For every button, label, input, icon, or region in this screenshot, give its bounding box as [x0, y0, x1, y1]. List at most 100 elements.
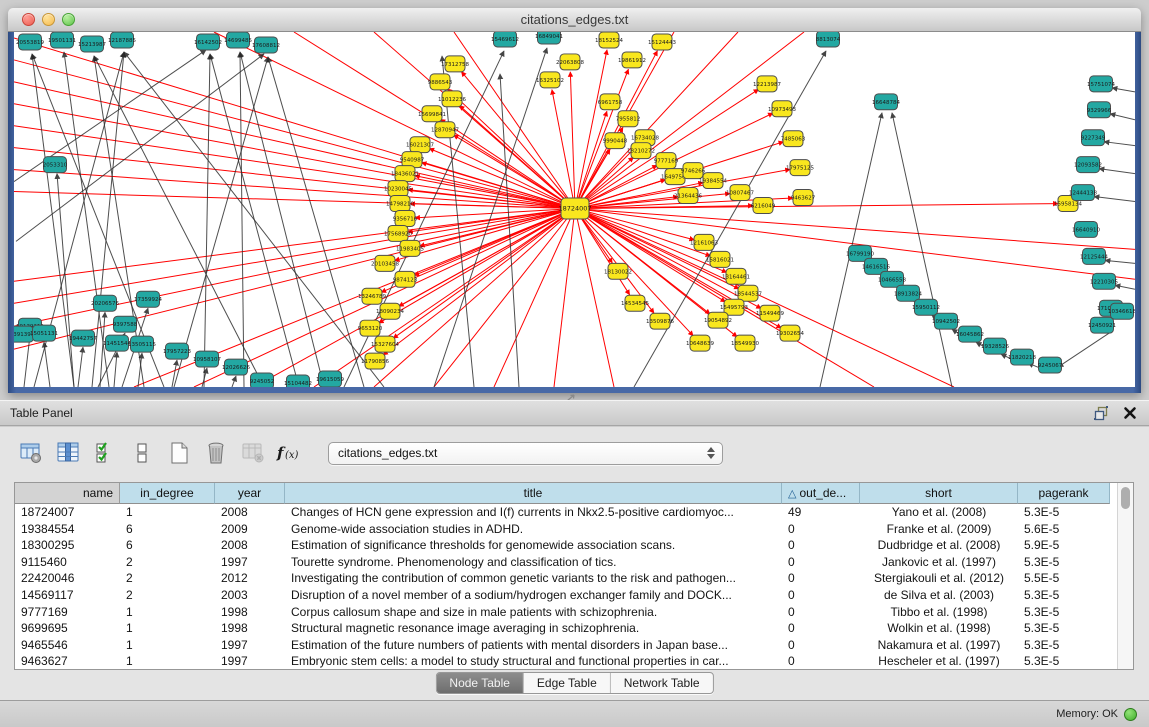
cell-title[interactable]: Disruption of a novel member of a sodium… [285, 587, 782, 604]
cell-pagerank[interactable]: 5.3E-5 [1018, 620, 1110, 637]
cell-name[interactable]: 18300295 [15, 537, 120, 554]
cell-short[interactable]: Dudbridge et al. (2008) [860, 537, 1018, 554]
cell-name[interactable]: 22420046 [15, 570, 120, 587]
cell-name[interactable]: 19384554 [15, 521, 120, 538]
cell-short[interactable]: Stergiakouli et al. (2012) [860, 570, 1018, 587]
cell-in_degree[interactable]: 1 [120, 620, 215, 637]
table-row[interactable]: 969969511998Structural magnetic resonanc… [15, 620, 1133, 637]
cell-pagerank[interactable]: 5.6E-5 [1018, 521, 1110, 538]
cell-year[interactable]: 2008 [215, 504, 285, 521]
cell-pagerank[interactable]: 5.5E-5 [1018, 570, 1110, 587]
memory-ok-led-icon[interactable] [1124, 708, 1137, 721]
column-header-year[interactable]: year [215, 483, 285, 504]
new-file-icon[interactable] [164, 437, 194, 469]
cell-in_degree[interactable]: 2 [120, 570, 215, 587]
table-row[interactable]: 911546021997Tourette syndrome. Phenomeno… [15, 554, 1133, 571]
cell-in_degree[interactable]: 1 [120, 637, 215, 654]
table-row[interactable]: 2242004622012Investigating the contribut… [15, 570, 1133, 587]
deselect-all-icon[interactable] [127, 437, 157, 469]
table-settings-icon[interactable] [16, 437, 46, 469]
column-header-name[interactable]: name [15, 483, 120, 504]
cell-in_degree[interactable]: 1 [120, 653, 215, 670]
close-panel-icon[interactable] [1123, 406, 1137, 420]
cell-title[interactable]: Estimation of significance thresholds fo… [285, 537, 782, 554]
close-window-button[interactable] [22, 13, 35, 26]
cell-out_de[interactable]: 0 [782, 653, 860, 670]
cell-short[interactable]: Hescheler et al. (1997) [860, 653, 1018, 670]
cell-out_de[interactable]: 0 [782, 620, 860, 637]
cell-out_de[interactable]: 0 [782, 537, 860, 554]
cell-out_de[interactable]: 0 [782, 587, 860, 604]
table-vertical-scrollbar[interactable] [1117, 483, 1133, 669]
cell-name[interactable]: 9777169 [15, 604, 120, 621]
column-header-in_degree[interactable]: in_degree [120, 483, 215, 504]
cell-year[interactable]: 2003 [215, 587, 285, 604]
cell-short[interactable]: Nakamura et al. (1997) [860, 637, 1018, 654]
cell-title[interactable]: Changes of HCN gene expression and I(f) … [285, 504, 782, 521]
cell-in_degree[interactable]: 2 [120, 554, 215, 571]
cell-pagerank[interactable]: 5.3E-5 [1018, 504, 1110, 521]
cell-short[interactable]: Franke et al. (2009) [860, 521, 1018, 538]
cell-out_de[interactable]: 0 [782, 554, 860, 571]
column-header-pagerank[interactable]: pagerank [1018, 483, 1110, 504]
network-canvas[interactable]: 1731275898865431101223615699841128709471… [14, 32, 1135, 387]
network-graph[interactable]: 1731275898865431101223615699841128709471… [14, 32, 1135, 387]
cell-pagerank[interactable]: 5.3E-5 [1018, 653, 1110, 670]
table-row[interactable]: 1938455462009Genome-wide association stu… [15, 521, 1133, 538]
cell-name[interactable]: 9699695 [15, 620, 120, 637]
tab-network-table[interactable]: Network Table [610, 673, 713, 693]
cell-pagerank[interactable]: 5.3E-5 [1018, 587, 1110, 604]
cell-year[interactable]: 2009 [215, 521, 285, 538]
cell-name[interactable]: 9465546 [15, 637, 120, 654]
cell-year[interactable]: 1998 [215, 604, 285, 621]
cell-pagerank[interactable]: 5.9E-5 [1018, 537, 1110, 554]
table-row[interactable]: 1872400712008Changes of HCN gene express… [15, 504, 1133, 521]
cell-out_de[interactable]: 49 [782, 504, 860, 521]
cell-title[interactable]: Investigating the contribution of common… [285, 570, 782, 587]
cell-in_degree[interactable]: 2 [120, 587, 215, 604]
cell-title[interactable]: Structural magnetic resonance image aver… [285, 620, 782, 637]
column-header-short[interactable]: short [860, 483, 1018, 504]
tab-edge-table[interactable]: Edge Table [523, 673, 610, 693]
cell-out_de[interactable]: 0 [782, 637, 860, 654]
table-selector-dropdown[interactable]: citations_edges.txt [328, 442, 723, 465]
cell-out_de[interactable]: 0 [782, 521, 860, 538]
tab-node-table[interactable]: Node Table [436, 673, 523, 693]
cell-title[interactable]: Tourette syndrome. Phenomenology and cla… [285, 554, 782, 571]
cell-title[interactable]: Corpus callosum shape and size in male p… [285, 604, 782, 621]
cell-short[interactable]: de Silva et al. (2003) [860, 587, 1018, 604]
cell-in_degree[interactable]: 1 [120, 604, 215, 621]
cell-out_de[interactable]: 0 [782, 570, 860, 587]
cell-year[interactable]: 2012 [215, 570, 285, 587]
cell-out_de[interactable]: 0 [782, 604, 860, 621]
zoom-window-button[interactable] [62, 13, 75, 26]
cell-in_degree[interactable]: 1 [120, 504, 215, 521]
float-panel-icon[interactable] [1093, 405, 1109, 421]
cell-in_degree[interactable]: 6 [120, 537, 215, 554]
cell-name[interactable]: 14569117 [15, 587, 120, 604]
cell-in_degree[interactable]: 6 [120, 521, 215, 538]
cell-year[interactable]: 2008 [215, 537, 285, 554]
table-row[interactable]: 1830029562008Estimation of significance … [15, 537, 1133, 554]
cell-short[interactable]: Wolkin et al. (1998) [860, 620, 1018, 637]
cell-name[interactable]: 9463627 [15, 653, 120, 670]
cell-pagerank[interactable]: 5.3E-5 [1018, 554, 1110, 571]
table-row[interactable]: 946362711997Embryonic stem cells: a mode… [15, 653, 1133, 670]
cell-name[interactable]: 18724007 [15, 504, 120, 521]
table-row[interactable]: 946554611997Estimation of the future num… [15, 637, 1133, 654]
show-columns-icon[interactable] [53, 437, 83, 469]
cell-pagerank[interactable]: 5.3E-5 [1018, 637, 1110, 654]
column-header-out_de[interactable]: △out_de... [782, 483, 860, 504]
select-all-icon[interactable] [90, 437, 120, 469]
cell-name[interactable]: 9115460 [15, 554, 120, 571]
cell-short[interactable]: Tibbo et al. (1998) [860, 604, 1018, 621]
table-row[interactable]: 1456911722003Disruption of a novel membe… [15, 587, 1133, 604]
cell-year[interactable]: 1998 [215, 620, 285, 637]
window-titlebar[interactable]: citations_edges.txt [8, 8, 1141, 32]
cell-title[interactable]: Genome-wide association studies in ADHD. [285, 521, 782, 538]
scrollbar-thumb[interactable] [1121, 487, 1130, 509]
minimize-window-button[interactable] [42, 13, 55, 26]
cell-title[interactable]: Estimation of the future numbers of pati… [285, 637, 782, 654]
cell-year[interactable]: 1997 [215, 554, 285, 571]
cell-pagerank[interactable]: 5.3E-5 [1018, 604, 1110, 621]
